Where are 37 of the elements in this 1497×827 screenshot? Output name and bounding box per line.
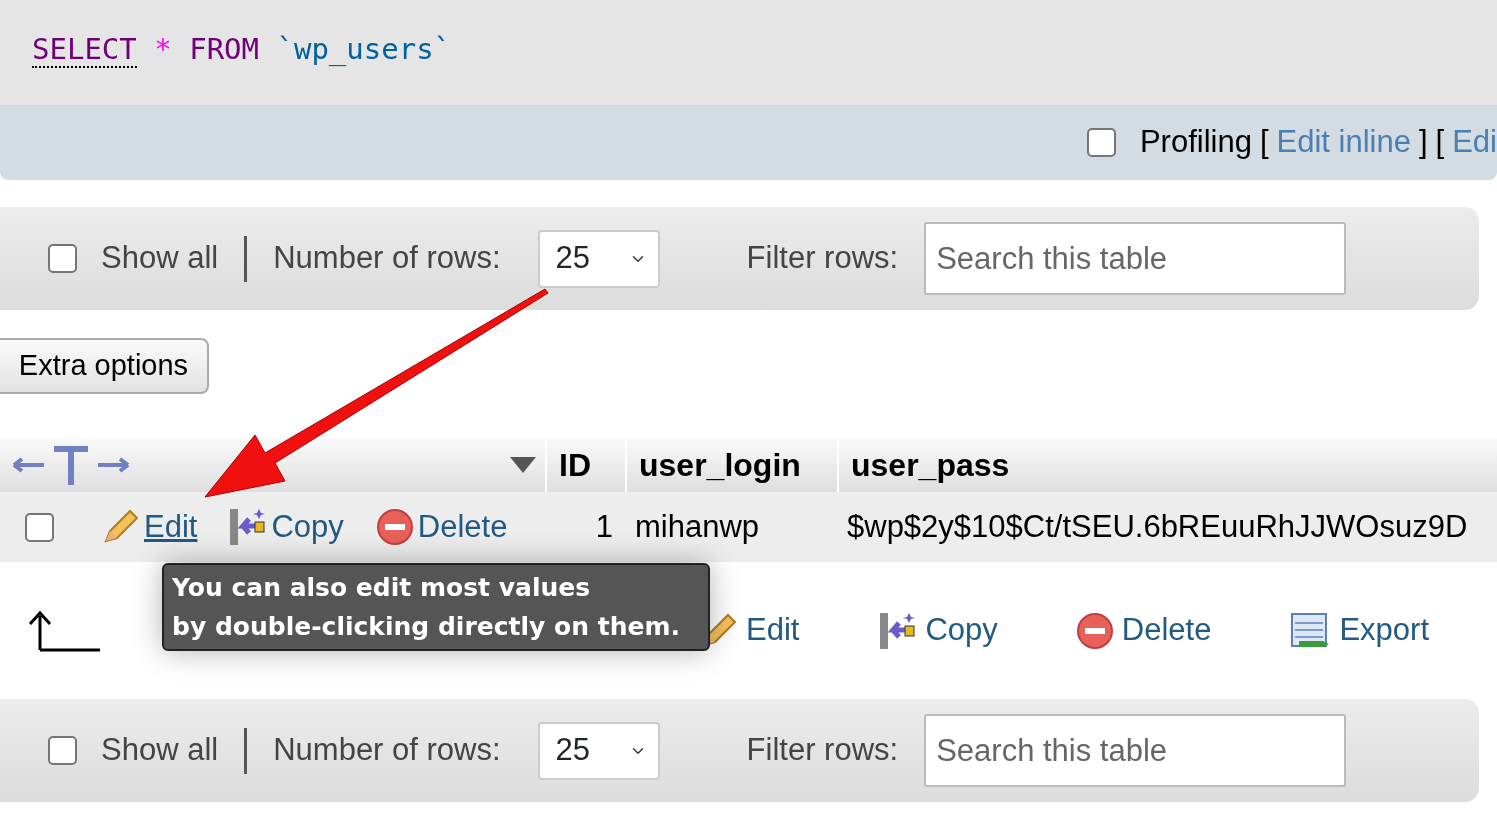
rows-label: Number of rows:	[273, 731, 501, 770]
sql-query: SELECT * FROM `wp_users`	[0, 0, 1497, 105]
bracket-text: ]	[1418, 123, 1428, 162]
tooltip: You can also edit most values by double-clicking directly on them.	[162, 563, 710, 651]
row-checkbox[interactable]	[25, 512, 54, 542]
extra-options-button[interactable]: Extra options	[0, 338, 209, 394]
edit-link[interactable]: Edit	[144, 503, 198, 551]
copy-icon[interactable]	[227, 506, 268, 548]
copy-link[interactable]: Copy	[271, 503, 344, 551]
bracket-text: [	[1259, 123, 1269, 162]
edit-button[interactable]: Edit	[746, 607, 800, 654]
show-all-checkbox[interactable]	[48, 244, 77, 273]
rows-dropdown[interactable]: 25	[537, 229, 660, 288]
table-cell-text: 1	[594, 507, 614, 546]
delete-button[interactable]: Delete	[1121, 607, 1212, 654]
export-button[interactable]: Export	[1339, 607, 1429, 654]
show-all-label: Show all	[101, 731, 219, 770]
profiling-checkbox[interactable]	[1086, 128, 1116, 157]
bracket-text: [	[1435, 123, 1445, 162]
dropdown-caret-icon[interactable]	[509, 456, 537, 474]
search-field[interactable]: Search this table	[924, 714, 1347, 787]
search-field[interactable]: Search this table	[924, 222, 1347, 295]
table-cell-text: $wp$2y$10$Ct/tSEU.6bREuuRhJJWOsuz9D	[846, 507, 1469, 546]
filter-label: Filter rows:	[746, 731, 899, 770]
delete-link[interactable]: Delete	[417, 503, 508, 551]
up-arrow-icon	[28, 609, 102, 652]
rows-dropdown[interactable]: 25	[537, 721, 660, 780]
rows-label: Number of rows:	[273, 239, 501, 278]
filter-label: Filter rows:	[746, 239, 899, 278]
show-all-label: Show all	[101, 239, 219, 278]
show-all-checkbox[interactable]	[48, 736, 77, 765]
delete-icon[interactable]	[1075, 611, 1114, 650]
profiling-label: Profiling	[1139, 123, 1252, 162]
column-resize-icon[interactable]	[12, 443, 130, 487]
delete-icon[interactable]	[375, 508, 414, 546]
table-cell-text: mihanwp	[634, 507, 761, 546]
copy-button[interactable]: Copy	[925, 607, 998, 654]
